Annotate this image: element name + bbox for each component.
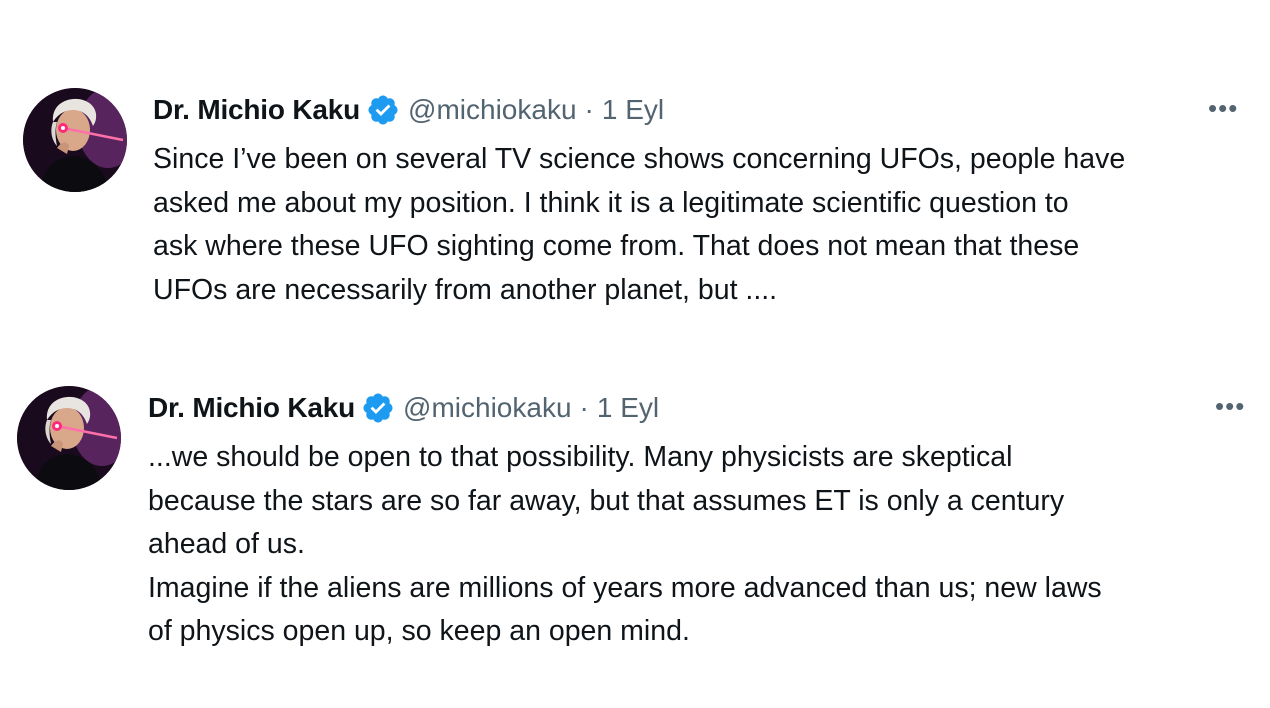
tweet-header: Dr. Michio Kaku @michiokaku · 1 Eyl xyxy=(153,90,664,130)
avatar-image xyxy=(23,88,127,192)
tweet-timestamp[interactable]: 1 Eyl xyxy=(597,392,659,424)
author-handle[interactable]: @michiokaku xyxy=(403,392,571,424)
avatar[interactable] xyxy=(17,386,121,490)
separator-dot: · xyxy=(579,392,589,423)
tweet-header: Dr. Michio Kaku @michiokaku · 1 Eyl xyxy=(148,388,659,428)
more-dots-icon[interactable]: ••• xyxy=(1208,95,1238,121)
verified-badge-icon xyxy=(361,391,395,425)
author-name[interactable]: Dr. Michio Kaku xyxy=(153,94,360,126)
more-dots-icon[interactable]: ••• xyxy=(1215,393,1245,419)
separator-dot: · xyxy=(584,94,594,125)
verified-badge-icon xyxy=(366,93,400,127)
avatar[interactable] xyxy=(23,88,127,192)
avatar-image xyxy=(17,386,121,490)
tweet-text: ...we should be open to that possibility… xyxy=(148,441,1102,647)
author-name[interactable]: Dr. Michio Kaku xyxy=(148,392,355,424)
author-handle[interactable]: @michiokaku xyxy=(408,94,576,126)
tweet-text: Since I’ve been on several TV science sh… xyxy=(153,143,1126,306)
tweet-timestamp[interactable]: 1 Eyl xyxy=(602,94,664,126)
